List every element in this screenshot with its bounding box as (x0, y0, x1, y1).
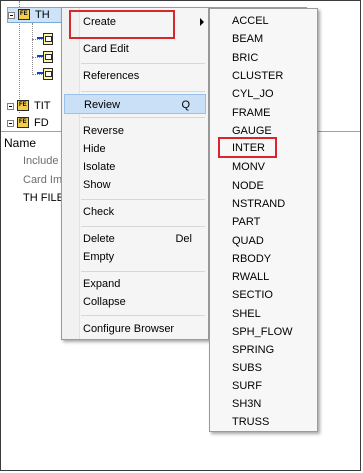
tree-guide-line (32, 39, 42, 40)
submenu-item-sph-flow[interactable]: SPH_FLOW (232, 323, 293, 341)
tree-child-item[interactable] (37, 49, 57, 65)
submenu-arrow-icon (200, 18, 204, 26)
menu-item-check[interactable]: Check (63, 202, 207, 222)
tree-guide-line (32, 74, 42, 75)
submenu-item-rwall[interactable]: RWALL (232, 268, 269, 286)
tree-guide-line (32, 23, 33, 75)
property-row: Card Im (23, 174, 63, 186)
menu-item-label: Isolate (83, 161, 116, 173)
submenu-item-rbody[interactable]: RBODY (232, 250, 271, 268)
create-highlight-box (69, 10, 175, 39)
menu-item-card-edit[interactable]: Card Edit (63, 39, 207, 59)
menu-item-hide[interactable]: Hide (63, 139, 207, 159)
file-card-icon (37, 68, 57, 80)
context-menu: Create Card Edit References Review Q Rev… (61, 7, 209, 340)
menu-item-label: Hide (83, 143, 106, 155)
menu-item-label: Configure Browser (83, 323, 175, 335)
menu-item-label: Review (84, 99, 121, 111)
create-submenu: ACCEL BEAM BRIC CLUSTER CYL_JO FRAME GAU… (209, 8, 318, 432)
submenu-item-monv[interactable]: MONV (232, 158, 265, 176)
menu-item-label: Delete (83, 233, 115, 245)
folder-icon: FE (17, 100, 31, 112)
menu-item-review[interactable]: Review Q (64, 94, 206, 114)
menu-item-label: Collapse (83, 296, 126, 308)
menu-item-show[interactable]: Show (63, 175, 207, 195)
menu-item-collapse[interactable]: Collapse (63, 292, 207, 312)
folder-icon: FE (17, 117, 31, 129)
submenu-item-sectio[interactable]: SECTIO (232, 286, 273, 304)
submenu-item-cyl-jo[interactable]: CYL_JO (232, 85, 274, 103)
tree-item-fd[interactable]: FE FD (7, 115, 49, 131)
menu-item-shortcut: Del (175, 233, 192, 245)
menu-item-delete[interactable]: Delete Del (63, 229, 207, 249)
tree-item-label: TIT (34, 100, 51, 112)
menu-separator (81, 271, 205, 272)
submenu-item-nstrand[interactable]: NSTRAND (232, 195, 285, 213)
menu-item-label: Show (83, 179, 111, 191)
tree-child-item[interactable] (37, 66, 57, 82)
submenu-item-sh3n[interactable]: SH3N (232, 395, 261, 413)
menu-item-label: Check (83, 206, 115, 218)
menu-item-reverse[interactable]: Reverse (63, 121, 207, 141)
property-row: TH FILE (23, 192, 64, 204)
properties-column-header: Name (4, 136, 37, 150)
submenu-item-node[interactable]: NODE (232, 177, 264, 195)
submenu-item-spring[interactable]: SPRING (232, 341, 274, 359)
menu-separator (81, 226, 205, 227)
submenu-item-quad[interactable]: QUAD (232, 232, 264, 250)
submenu-item-subs[interactable]: SUBS (232, 359, 262, 377)
collapse-toggle-icon[interactable] (8, 11, 15, 19)
submenu-item-truss[interactable]: TRUSS (232, 413, 269, 431)
tree-guide-line (32, 57, 42, 58)
tree-child-item[interactable] (37, 31, 57, 47)
submenu-item-frame[interactable]: FRAME (232, 104, 271, 122)
menu-item-empty[interactable]: Empty (63, 247, 207, 267)
submenu-item-beam[interactable]: BEAM (232, 30, 263, 48)
tree-item-label: TH (35, 9, 50, 21)
submenu-item-surf[interactable]: SURF (232, 377, 262, 395)
submenu-item-accel[interactable]: ACCEL (232, 12, 269, 30)
menu-item-references[interactable]: References (63, 66, 207, 86)
file-card-icon (37, 33, 57, 45)
menu-item-label: References (83, 70, 140, 82)
menu-item-expand[interactable]: Expand (63, 274, 207, 294)
menu-separator (81, 63, 205, 64)
menu-item-shortcut: Q (181, 99, 190, 111)
expand-toggle-icon[interactable] (7, 102, 14, 110)
tree-item-label: FD (34, 117, 49, 129)
menu-separator (81, 199, 205, 200)
expand-toggle-icon[interactable] (7, 119, 14, 127)
tree-item-tit[interactable]: FE TIT (7, 98, 51, 114)
file-card-icon (37, 51, 57, 63)
submenu-item-shel[interactable]: SHEL (232, 305, 261, 323)
menu-item-label: Empty (83, 251, 115, 263)
menu-separator (81, 117, 205, 118)
menu-item-isolate[interactable]: Isolate (63, 157, 207, 177)
menu-separator (81, 91, 205, 92)
property-row: Include (23, 155, 59, 167)
inter-highlight-box (218, 137, 277, 158)
menu-item-label: Card Edit (83, 43, 129, 55)
menu-item-label: Expand (83, 278, 121, 290)
submenu-item-part[interactable]: PART (232, 213, 260, 231)
menu-separator (81, 315, 205, 316)
submenu-item-cluster[interactable]: CLUSTER (232, 67, 283, 85)
menu-item-label: Reverse (83, 125, 124, 137)
folder-icon: FE (18, 9, 32, 21)
menu-item-configure-browser[interactable]: Configure Browser (63, 319, 207, 339)
submenu-item-bric[interactable]: BRIC (232, 49, 258, 67)
